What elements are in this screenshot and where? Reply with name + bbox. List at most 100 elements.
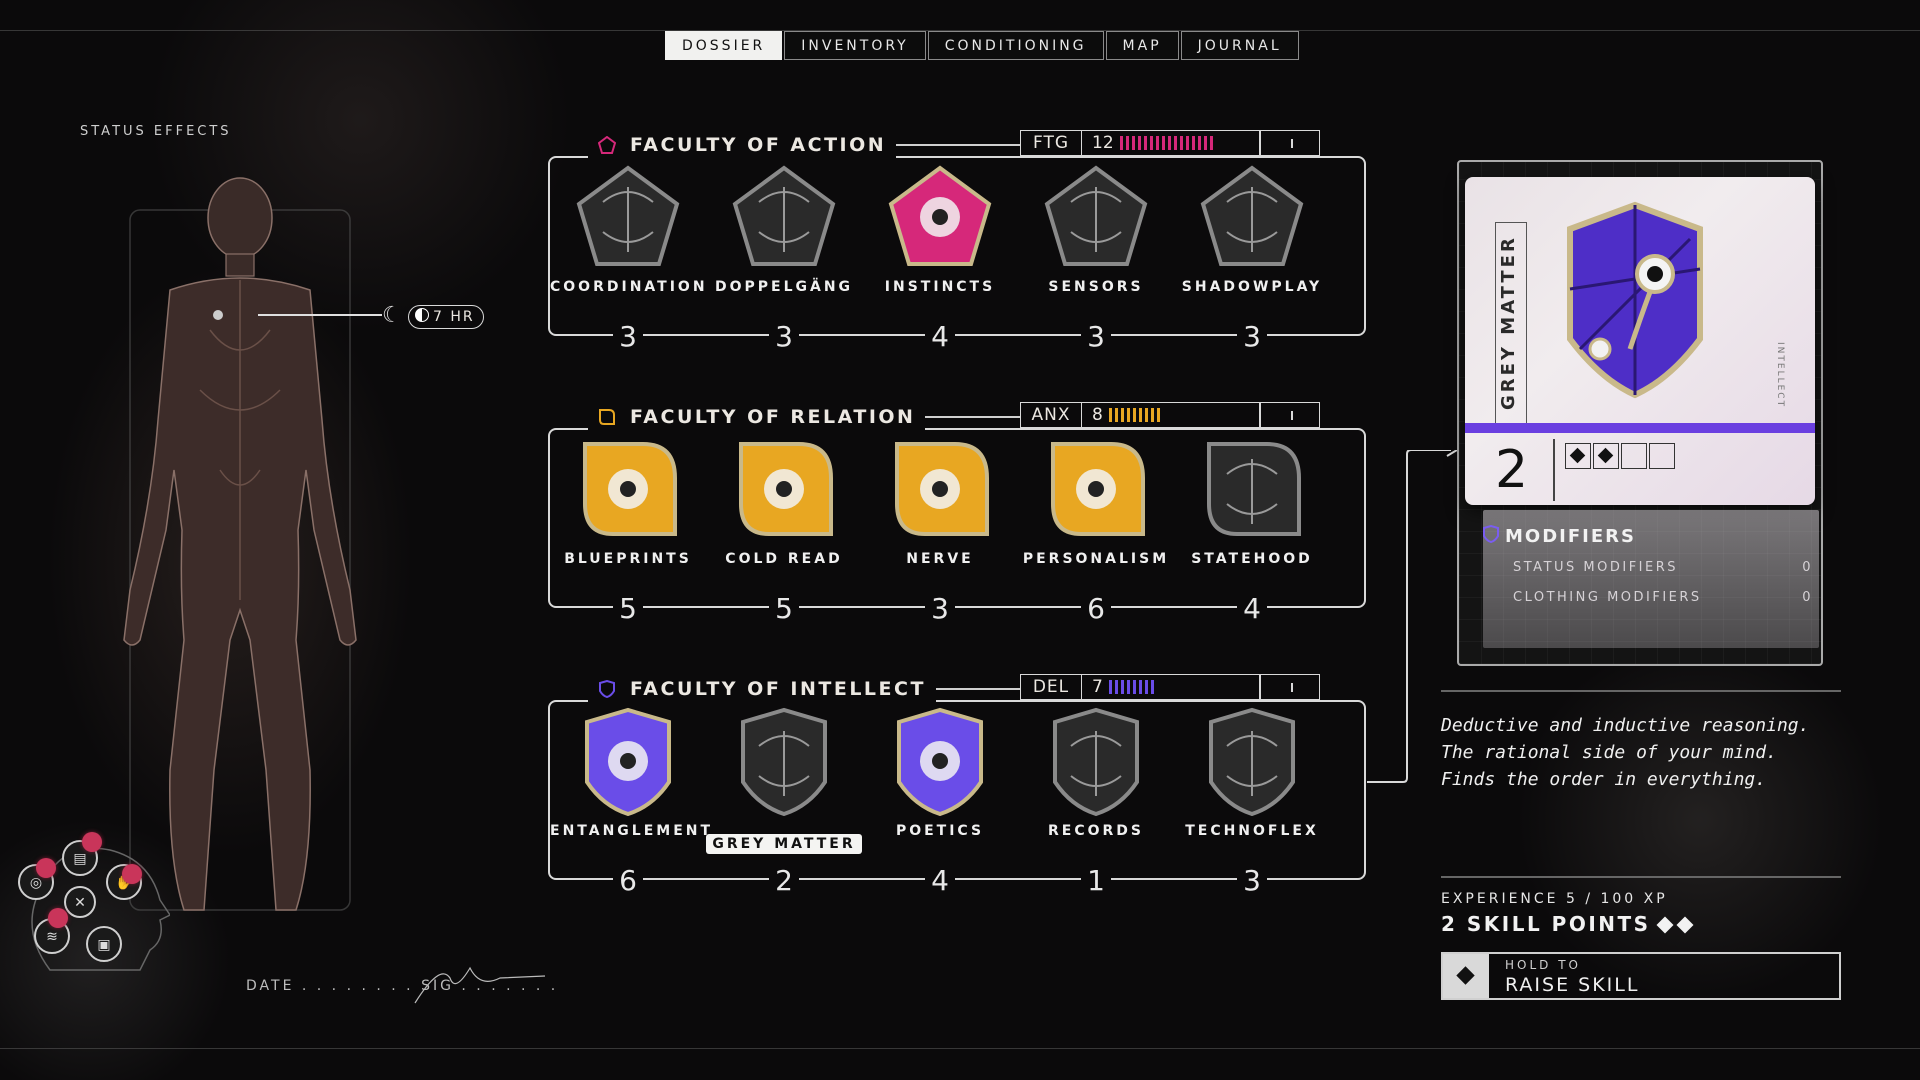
spider-badge-icon (1567, 201, 1703, 399)
faculty-meter: FTG 12 (1020, 130, 1320, 156)
skill-name: COLD READ (725, 551, 843, 567)
skill-value: 1 (1018, 864, 1174, 897)
body-silhouette-icon (123, 177, 357, 911)
half-moon-icon (415, 308, 429, 322)
pip-empty (1621, 443, 1647, 469)
pip-empty (1649, 443, 1675, 469)
skill-value-number: 3 (1237, 320, 1267, 353)
faculty-skills: ENTANGLEMENT 6 GREY MATTER 2 POETICS 4 RECORDS… (548, 706, 1366, 897)
meter-bars (1108, 408, 1163, 422)
skill-card-title: GREY MATTER (1495, 222, 1527, 424)
meter-bar (1126, 680, 1130, 694)
meter-value: 12 (1092, 133, 1114, 153)
skill-doppelg-ng[interactable]: DOPPELGÄNG 3 (706, 162, 862, 353)
skill-value: 4 (862, 864, 1018, 897)
frame-bottom-line (0, 1048, 1920, 1049)
meter-bar (1144, 680, 1148, 694)
wheel-close-button[interactable]: ✕ (64, 886, 96, 918)
modifier-row-status: STATUS MODIFIERS 0 (1513, 560, 1813, 575)
faculty-panel: FACULTY OF RELATION ANX 8 BLUEPRINTS 5 COLD R… (548, 402, 1368, 625)
wheel-notification-dot (82, 832, 102, 852)
octopus-icon (1200, 165, 1304, 266)
meter-bar (1161, 136, 1165, 150)
status-time-pill[interactable]: 7 HR (408, 305, 484, 329)
skill-grey-matter[interactable]: GREY MATTER 2 (706, 706, 862, 897)
signature-scribble-icon (414, 966, 546, 1004)
meter-bar (1197, 136, 1201, 150)
skill-name: DOPPELGÄNG (714, 279, 854, 295)
skill-technoflex[interactable]: TECHNOFLEX 3 (1174, 706, 1330, 897)
skill-name: PERSONALISM (1022, 551, 1170, 567)
faculty-title: FACULTY OF INTELLECT (588, 674, 936, 704)
tab-inventory[interactable]: INVENTORY (784, 31, 926, 60)
meter-separator (1259, 131, 1261, 155)
faculty-title: FACULTY OF RELATION (588, 402, 926, 432)
skill-personalism[interactable]: PERSONALISM 6 (1018, 434, 1174, 625)
tab-journal[interactable]: JOURNAL (1180, 31, 1299, 60)
skill-value-number: 2 (769, 864, 799, 897)
raise-skill-label: RAISE SKILL (1505, 974, 1640, 996)
skill-poetics[interactable]: POETICS 4 (862, 706, 1018, 897)
skill-card[interactable]: GREY MATTER INTELLECT 2 (1465, 177, 1815, 505)
skill-description: Deductive and inductive reasoning. The r… (1441, 715, 1810, 790)
wheel-notification-dot (122, 864, 142, 884)
skill-statehood[interactable]: STATEHOOD 4 (1174, 434, 1330, 625)
faculty-header-rule (936, 688, 1020, 690)
skill-nerve[interactable]: NERVE 3 (862, 434, 1018, 625)
pip-filled (1565, 443, 1591, 469)
crow-icon (1053, 707, 1139, 817)
skill-card-stripe (1465, 423, 1815, 433)
modifier-label: STATUS MODIFIERS (1513, 560, 1679, 575)
skill-shadowplay[interactable]: SHADOWPLAY 3 (1174, 162, 1330, 353)
modifier-value: 0 (1802, 560, 1813, 575)
tab-conditioning[interactable]: CONDITIONING (927, 31, 1104, 60)
meter-bar (1131, 136, 1135, 150)
skill-name: GREY MATTER (706, 834, 862, 854)
wolf-icon (732, 165, 836, 266)
skill-value: 6 (550, 864, 706, 897)
meter-value: 7 (1092, 677, 1103, 697)
skill-name: BLUEPRINTS (564, 551, 692, 567)
modifiers-title: MODIFIERS (1505, 526, 1636, 547)
meter-bar (1108, 408, 1112, 422)
wheel-button-box[interactable]: ▣ (86, 926, 122, 962)
moon-icon: ☾ (382, 303, 402, 328)
skill-value: 3 (706, 320, 862, 353)
skill-card-pips (1565, 443, 1677, 469)
shield-outline-icon (1483, 525, 1499, 543)
skill-entanglement[interactable]: ENTANGLEMENT 6 (550, 706, 710, 897)
skill-sensors[interactable]: SENSORS 3 (1018, 162, 1174, 353)
skill-point-diamond-icon (1676, 916, 1694, 934)
skill-coordination[interactable]: COORDINATION 3 (550, 162, 706, 353)
skill-name: STATEHOOD (1191, 551, 1313, 567)
tab-dossier[interactable]: DOSSIER (665, 31, 783, 60)
skill-card-faculty-label: INTELLECT (1775, 342, 1785, 409)
mantis-icon (739, 442, 833, 536)
skill-value: 3 (1174, 864, 1330, 897)
skill-instincts[interactable]: INSTINCTS 4 (862, 162, 1018, 353)
skill-records[interactable]: RECORDS 1 (1018, 706, 1174, 897)
meter-separator (1259, 403, 1261, 427)
modifiers-panel: MODIFIERS STATUS MODIFIERS 0 CLOTHING MO… (1483, 510, 1819, 648)
raise-skill-hint: HOLD TO (1505, 958, 1581, 972)
rounded-square-icon (599, 409, 615, 425)
skill-value-number: 3 (1237, 864, 1267, 897)
skill-point-diamond-icon (1656, 916, 1674, 934)
raise-skill-button[interactable]: HOLD TO RAISE SKILL (1441, 952, 1841, 1000)
tab-map[interactable]: MAP (1105, 31, 1179, 60)
skill-name: POETICS (895, 823, 985, 839)
meter-tick (1291, 139, 1293, 148)
skill-cold-read[interactable]: COLD READ 5 (706, 434, 862, 625)
wheel-notification-dot (48, 908, 68, 928)
meter-bar (1108, 680, 1112, 694)
faculty-skills: COORDINATION 3 DOPPELGÄNG 3 INSTINCTS 4 SENSOR… (548, 162, 1366, 353)
skill-value: 2 (706, 864, 862, 897)
skill-value: 6 (1018, 592, 1174, 625)
meter-tick (1291, 411, 1293, 420)
meter-bar (1150, 408, 1154, 422)
meter-code: DEL (1021, 675, 1082, 699)
skill-blueprints[interactable]: BLUEPRINTS 5 (550, 434, 706, 625)
meter-bar (1119, 136, 1123, 150)
meter-bar (1126, 408, 1130, 422)
skill-value-number: 3 (1081, 320, 1111, 353)
